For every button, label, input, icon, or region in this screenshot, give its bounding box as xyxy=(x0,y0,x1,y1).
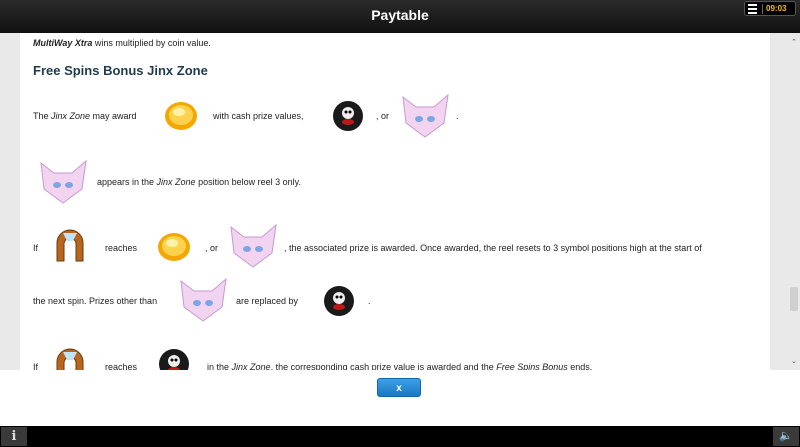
p5-text: in the Jinx Zone, the corresponding cash… xyxy=(207,362,592,370)
close-button[interactable]: x xyxy=(377,378,421,397)
p1-text-c: with cash prize values, xyxy=(213,111,304,121)
skull-bomb-icon xyxy=(159,349,189,370)
p2-a: appears in the xyxy=(97,177,157,187)
p3-rest: , the associated prize is awarded. Once … xyxy=(284,243,702,253)
scrollbar-thumb[interactable] xyxy=(790,287,798,311)
horseshoe-icon xyxy=(56,348,84,370)
footer-area: x xyxy=(0,370,800,426)
p4-b: are replaced by xyxy=(236,296,299,306)
pink-cat-icon xyxy=(230,223,277,268)
p5-if: If xyxy=(33,362,39,370)
skull-bomb-icon xyxy=(333,101,363,131)
intro-rest: wins multiplied by coin value. xyxy=(92,38,211,48)
p4-c: . xyxy=(368,296,371,306)
horseshoe-icon xyxy=(56,229,84,262)
scroll-up-icon[interactable]: ⌃ xyxy=(791,38,797,46)
p1-a: The xyxy=(33,111,52,121)
skull-bomb-icon xyxy=(324,286,354,316)
p1-text-d: , or xyxy=(376,111,390,121)
gold-coin-icon xyxy=(165,102,197,130)
scrollbar[interactable] xyxy=(788,33,800,370)
p5-em2: Free Spins Bonus xyxy=(496,362,568,370)
p4-a: the next spin. Prizes other than xyxy=(33,296,158,306)
p2-em: Jinx Zone xyxy=(156,177,196,187)
intro-bold: MultiWay Xtra xyxy=(33,38,93,48)
pink-cat-icon xyxy=(402,93,449,138)
status-box: 09:03 xyxy=(744,1,796,16)
scroll-down-icon[interactable]: ⌄ xyxy=(791,357,797,365)
p1-text-a: The Jinx Zone may award xyxy=(33,111,137,121)
paytable-content[interactable]: MultiWay Xtra wins multiplied by coin va… xyxy=(20,33,770,370)
p5-em: Jinx Zone xyxy=(231,362,271,370)
pink-cat-icon xyxy=(40,159,87,204)
gold-coin-icon xyxy=(158,233,190,261)
p5-b: , the corresponding cash prize value is … xyxy=(270,362,497,370)
content-area: MultiWay Xtra wins multiplied by coin va… xyxy=(0,33,800,370)
top-bar: Paytable 09:03 xyxy=(0,0,800,33)
menu-icon[interactable] xyxy=(745,2,759,15)
p3-or: , or xyxy=(205,243,219,253)
page-title: Paytable xyxy=(371,7,429,23)
divider xyxy=(762,3,763,14)
p3-if: If xyxy=(33,243,39,253)
p1-text-e: . xyxy=(456,111,459,121)
clock: 09:03 xyxy=(766,4,787,13)
speaker-icon[interactable]: 🔈 xyxy=(773,427,799,446)
p1-b: may award xyxy=(90,111,137,121)
bottom-bar: i 🔈 xyxy=(0,426,800,447)
p5-a: in the xyxy=(207,362,232,370)
p3-reaches: reaches xyxy=(105,243,138,253)
p5-c: ends. xyxy=(567,362,593,370)
intro-text: MultiWay Xtra wins multiplied by coin va… xyxy=(33,38,211,48)
info-icon[interactable]: i xyxy=(1,427,27,446)
p2-text: appears in the Jinx Zone position below … xyxy=(97,177,301,187)
p2-b: position below reel 3 only. xyxy=(195,177,301,187)
pink-cat-icon xyxy=(180,277,227,322)
p5-reaches: reaches xyxy=(105,362,138,370)
section-title: Free Spins Bonus Jinx Zone xyxy=(33,63,208,78)
p1-em: Jinx Zone xyxy=(51,111,91,121)
